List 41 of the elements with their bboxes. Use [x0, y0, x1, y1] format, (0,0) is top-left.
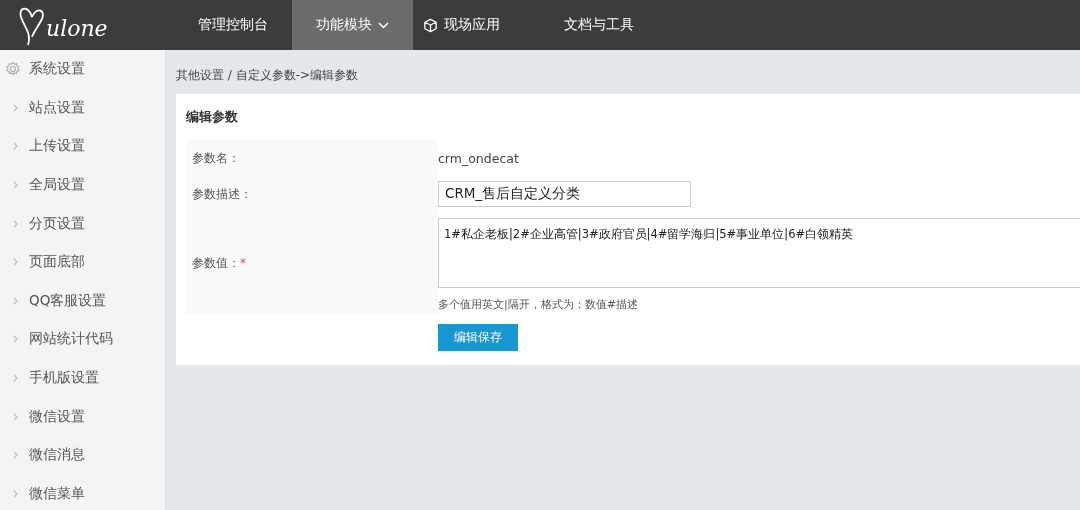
nav-tab[interactable]: 管理控制台 [174, 0, 292, 50]
input-field[interactable]: CRM_售后自定义分类 [438, 181, 691, 207]
cube-icon [423, 17, 438, 33]
chevron-right-icon [13, 489, 18, 498]
nav-tab[interactable]: 文档与工具 [540, 0, 658, 50]
chevron-right-icon [13, 103, 18, 112]
sidebar-item[interactable]: 页面底部 [0, 242, 165, 282]
sidebar-item[interactable]: 微信消息 [0, 435, 165, 475]
field-hint: 多个值用英文|隔开，格式为：数值#描述 [438, 297, 639, 312]
sidebar-item[interactable]: 分页设置 [0, 204, 165, 243]
field-label: 参数名： [186, 140, 438, 176]
logo-text: ulone [46, 15, 108, 41]
chevron-right-icon [13, 373, 18, 382]
sidebar-item[interactable]: 手机版设置 [0, 358, 165, 398]
chevron-right-icon [13, 451, 18, 460]
chevron-right-icon [13, 142, 18, 151]
required-mark: * [240, 256, 246, 270]
field-value: crm_ondecat [438, 150, 520, 166]
sidebar-item[interactable]: 网站统计代码 [0, 320, 165, 359]
chevron-right-icon [13, 335, 18, 344]
sidebar-heading[interactable]: 系统设置 [0, 50, 165, 89]
breadcrumb: 其他设置 / 自定义参数->编辑参数 [176, 67, 360, 84]
sidebar-item[interactable]: QQ客服设置 [0, 281, 165, 321]
sidebar-item[interactable]: 上传设置 [0, 127, 165, 166]
sidebar-item[interactable]: 全局设置 [0, 165, 165, 205]
sidebar-item[interactable]: 站点设置 [0, 88, 165, 128]
chevron-right-icon [13, 219, 18, 228]
textarea-field[interactable]: 1#私企老板|2#企业高管|3#政府官员|4#留学海归|5#事业单位|6#白领精英 [438, 218, 1080, 288]
sidebar-item[interactable]: 微信设置 [0, 397, 165, 436]
field-label: 参数值：* [186, 212, 438, 314]
form-title: 编辑参数 [186, 108, 239, 126]
chevron-down-icon [378, 21, 389, 29]
nav-tab[interactable]: 现场应用 [413, 0, 510, 50]
chevron-right-icon [13, 181, 18, 189]
chevron-right-icon [13, 412, 18, 421]
sidebar-item[interactable]: 微信菜单 [0, 474, 165, 510]
field-label: 参数描述： [186, 176, 438, 212]
nav-tab[interactable]: 功能模块 [292, 0, 413, 50]
chevron-right-icon [13, 296, 18, 305]
chevron-right-icon [13, 258, 18, 267]
settings-icon [5, 61, 21, 78]
